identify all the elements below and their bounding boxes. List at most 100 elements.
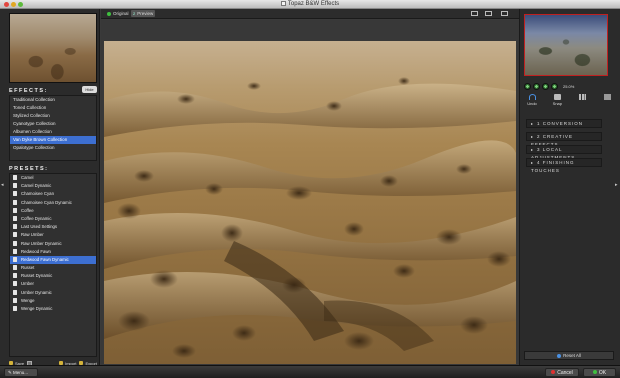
preset-file-icon xyxy=(13,289,17,295)
single-view-icon[interactable] xyxy=(471,11,478,16)
presets-button[interactable] xyxy=(600,94,616,108)
preset-label: Chamoisee Cyan Dynamic xyxy=(21,199,72,205)
preset-file-icon xyxy=(13,256,17,262)
preset-item[interactable]: Umber Dynamic xyxy=(10,289,96,297)
preset-item[interactable]: Coffee Dynamic xyxy=(10,215,96,223)
preset-item[interactable]: Wenge Dynamic xyxy=(10,305,96,313)
preset-file-icon xyxy=(13,265,17,271)
terrain-image xyxy=(104,77,516,358)
effects-header: EFFECTS: xyxy=(9,88,48,94)
expand-arrow-icon: ▸ xyxy=(531,160,535,165)
ok-icon xyxy=(592,370,597,374)
history-icon xyxy=(579,94,587,100)
preset-label: Umber xyxy=(21,281,34,287)
effect-collection-item[interactable]: Albumen Collection xyxy=(10,128,96,136)
effect-collection-item[interactable]: Van Dyke Brown Collection xyxy=(10,136,96,144)
preset-label: Coffee xyxy=(21,207,34,213)
preset-item[interactable]: Russet Dynamic xyxy=(10,272,96,280)
preset-file-icon xyxy=(13,215,17,221)
preset-item[interactable]: Redwood Fawn xyxy=(10,248,96,256)
preset-file-icon xyxy=(13,207,17,213)
preset-label: Chamoisee Cyan xyxy=(21,191,54,197)
cancel-icon xyxy=(551,370,556,374)
preset-item[interactable]: Chamoisee Cyan Dynamic xyxy=(10,199,96,207)
preset-file-icon xyxy=(13,273,17,279)
preset-item[interactable]: Camel Dynamic xyxy=(10,182,96,190)
preset-label: Russet Dynamic xyxy=(21,273,53,279)
preset-item[interactable]: Camel xyxy=(10,174,96,182)
adjustment-section-header[interactable]: ▸ 1 CONVERSION xyxy=(526,119,602,128)
effect-collection-item[interactable]: Traditional Collection xyxy=(10,96,96,104)
effects-list: Traditional Collection Toned Collection St… xyxy=(9,95,97,161)
preset-label: Last Used Settings xyxy=(21,224,58,230)
window-title: Topaz B&W Effects xyxy=(0,1,620,7)
preset-item[interactable]: Coffee xyxy=(10,207,96,215)
preset-item[interactable]: Russet xyxy=(10,264,96,272)
dual-view-icon[interactable] xyxy=(501,11,508,16)
adjustment-section-header[interactable]: ▸ 4 FINISHING TOUCHES xyxy=(526,158,602,173)
collapse-left-arrow-icon[interactable]: ◂ xyxy=(1,182,4,188)
snap-button[interactable]: Snap xyxy=(549,94,565,108)
preset-label: Camel xyxy=(21,175,34,180)
preset-item[interactable]: Umber xyxy=(10,280,96,288)
zoom-out-icon[interactable] xyxy=(524,83,531,90)
preset-label: Wenge xyxy=(21,297,35,303)
canvas-area[interactable] xyxy=(101,20,519,365)
expand-arrow-icon: ▸ xyxy=(531,147,535,152)
navigator-thumbnail[interactable] xyxy=(9,13,97,83)
preset-file-icon xyxy=(13,240,17,246)
split-view-icon[interactable] xyxy=(485,11,492,16)
zoom-actual-icon[interactable] xyxy=(551,83,558,90)
camera-icon xyxy=(553,94,561,100)
preset-label: Raw Umber Dynamic xyxy=(21,240,62,246)
navigator-preview[interactable] xyxy=(524,14,608,76)
ok-button[interactable]: OK xyxy=(583,368,616,377)
collapse-right-arrow-icon[interactable]: ▸ xyxy=(615,182,618,188)
cancel-button[interactable]: Cancel xyxy=(545,368,579,377)
history-button[interactable] xyxy=(575,94,591,108)
undo-icon xyxy=(528,94,536,100)
expand-arrow-icon: ▸ xyxy=(531,121,535,126)
preset-label: Coffee Dynamic xyxy=(21,215,52,221)
effect-collection-item[interactable]: Cyanotype Collection xyxy=(10,120,96,128)
preset-item[interactable]: Raw Umber Dynamic xyxy=(10,240,96,248)
adjustment-section-header[interactable]: ▸2 CREATIVE EFFECTS xyxy=(526,132,602,147)
zoom-value: 25.0% xyxy=(563,84,575,89)
preset-label: Camel Dynamic xyxy=(21,183,52,189)
tab-original[interactable]: Original xyxy=(105,10,131,17)
effect-collection-item[interactable]: Toned Collection xyxy=(10,104,96,112)
preview-number: 2 xyxy=(133,11,136,16)
tab-preview[interactable]: 2 Preview xyxy=(131,10,156,17)
preset-file-icon xyxy=(13,306,17,311)
preset-item[interactable]: Redwood Fawn Dynamic xyxy=(10,255,96,265)
presets-header: PRESETS: xyxy=(9,166,49,172)
zoom-fit-icon[interactable] xyxy=(542,83,549,90)
adjustment-section-header[interactable]: ▸3 LOCAL ADJUSTMENTS xyxy=(526,145,602,160)
left-panel: Hide EFFECTS: Traditional Collection Tone… xyxy=(0,9,100,366)
preset-file-icon xyxy=(13,224,17,230)
preset-label: Redwood Fawn xyxy=(21,248,51,254)
preset-file-icon xyxy=(13,175,17,180)
presets-box-icon xyxy=(604,94,612,100)
menu-button[interactable]: ✎ Menu... xyxy=(4,368,38,377)
document-icon xyxy=(280,1,286,6)
preset-file-icon xyxy=(13,191,17,197)
preset-label: Umber Dynamic xyxy=(21,289,52,295)
effect-collection-item[interactable]: Stylized Collection xyxy=(10,112,96,120)
preset-item[interactable]: Raw Umber xyxy=(10,231,96,239)
preset-file-icon xyxy=(13,281,17,287)
preset-file-icon xyxy=(13,183,17,189)
reset-all-button[interactable]: Reset All xyxy=(524,351,614,360)
effect-collection-item[interactable]: Opalotype Collection xyxy=(10,144,96,152)
zoom-controls: 25.0% xyxy=(524,82,616,91)
zoom-in-icon[interactable] xyxy=(533,83,540,90)
bottom-bar: ✎ Menu... Cancel OK xyxy=(0,365,620,378)
preset-item[interactable]: Chamoisee Cyan xyxy=(10,190,96,198)
undo-button[interactable]: Undo xyxy=(524,94,540,108)
title-bar: Topaz B&W Effects xyxy=(0,0,620,9)
preset-item[interactable]: Last Used Settings xyxy=(10,223,96,231)
expand-arrow-icon: ▸ xyxy=(531,134,535,139)
preset-item[interactable]: Wenge xyxy=(10,297,96,305)
preview-image[interactable] xyxy=(104,41,516,364)
preset-file-icon xyxy=(13,248,17,254)
